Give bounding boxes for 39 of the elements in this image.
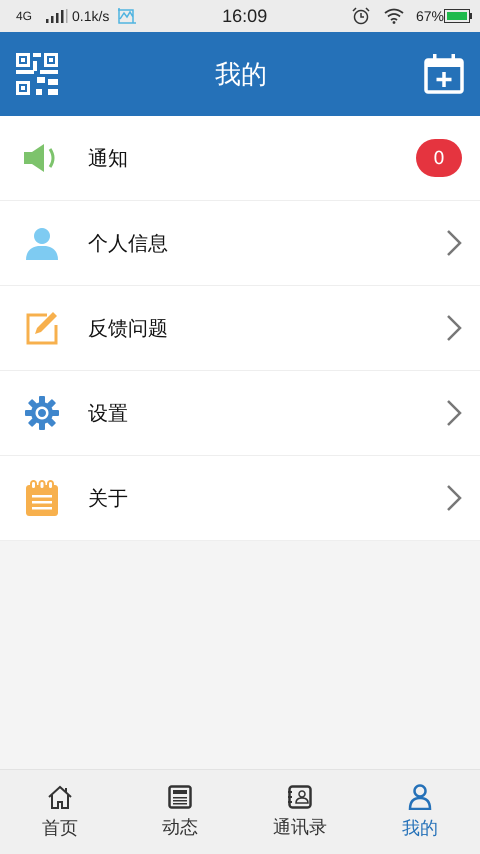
menu-item[interactable]: 个人信息: [0, 201, 480, 286]
menu-label: 通知: [88, 144, 129, 172]
battery-icon: [444, 9, 472, 23]
notification-count: 0: [416, 139, 462, 177]
image-icon: [117, 7, 138, 25]
clock-time: 16:09: [222, 6, 268, 26]
menu-label: 个人信息: [88, 230, 169, 256]
person-icon: [408, 784, 432, 810]
menu-label: 关于: [88, 484, 129, 512]
newspaper-icon: [168, 785, 192, 809]
wifi-icon: [384, 8, 404, 24]
chevron-right-icon: [446, 484, 462, 512]
home-icon: [47, 784, 73, 810]
network-speed: 0.1k/s: [72, 8, 110, 24]
network-type: 4G: [16, 9, 32, 23]
contacts-book-icon: [288, 785, 312, 809]
edit-icon: [25, 311, 59, 345]
person-icon: [24, 226, 60, 260]
tab-item[interactable]: 通讯录: [240, 770, 360, 854]
page-title: 我的: [215, 58, 267, 92]
settings-icon: [24, 395, 60, 431]
menu-item[interactable]: 关于: [0, 456, 480, 541]
tab-item[interactable]: 动态: [120, 770, 240, 854]
signal-icon: [46, 9, 68, 23]
tab-item[interactable]: 我的: [360, 770, 480, 854]
menu-label: 设置: [88, 400, 129, 426]
alarm-icon: [352, 7, 370, 25]
chevron-right-icon: [446, 314, 462, 342]
qr-code-icon[interactable]: [16, 53, 58, 95]
menu-item[interactable]: 设置: [0, 371, 480, 456]
tab-item[interactable]: 首页: [0, 770, 120, 854]
battery-percent: 67%: [416, 8, 444, 24]
notepad-icon: [25, 480, 59, 516]
menu-item[interactable]: 通知 0: [0, 116, 480, 201]
chevron-right-icon: [446, 229, 462, 257]
chevron-right-icon: [446, 399, 462, 427]
menu-label: 反馈问题: [88, 314, 169, 342]
calendar-add-icon[interactable]: [424, 54, 464, 94]
menu-item[interactable]: 反馈问题: [0, 286, 480, 371]
